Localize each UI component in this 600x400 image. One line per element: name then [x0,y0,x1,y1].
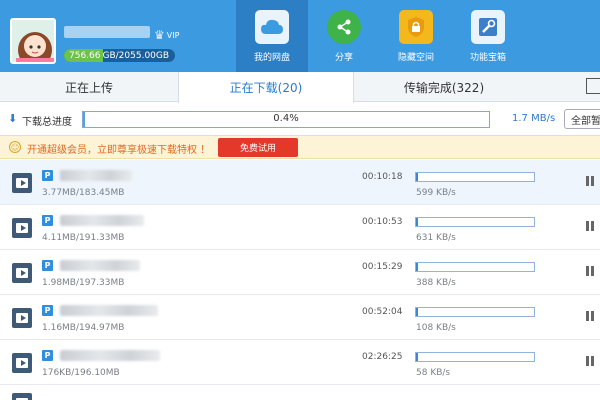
download-speed: 58 KB/s [416,368,451,378]
transfer-tabs: 正在上传 正在下载(20) 传输完成(322) [0,72,600,103]
username-blurred [64,26,150,38]
file-progress-bar [415,352,535,362]
quota-total: GB/2055.00GB [102,50,170,61]
promo-text: 开通超级会员，立即尊享极速下载特权 ！ [27,145,211,156]
video-file-icon [12,308,32,328]
toolbox-icon [471,10,505,44]
overall-speed: 1.7 MB/s [512,113,556,124]
file-size: 1.16MB/194.97MB [42,323,125,333]
download-row[interactable]: P 1.16MB/194.97MB 00:52:04 108 KB/s [0,295,600,340]
download-speed: 599 KB/s [416,188,456,198]
video-file-icon [12,393,32,400]
file-name-blurred [60,215,144,226]
file-progress-bar [415,307,535,317]
tab-downloading[interactable]: 正在下载(20) [178,72,354,103]
time-remaining: 00:10:53 [362,217,403,227]
overall-progress-bar: 0.4% [82,111,490,128]
nav-share[interactable]: 分享 [308,0,380,72]
download-list: P 3.77MB/183.45MB 00:10:18 599 KB/s P 4.… [0,160,600,400]
quota-used: 756.66 [64,49,103,62]
crown-icon: ♛ [154,28,165,42]
tab-uploading[interactable]: 正在上传 [0,72,178,102]
pause-icon[interactable] [586,266,595,276]
tab-completed[interactable]: 传输完成(322) [354,72,534,102]
share-icon [327,10,361,44]
smile-icon: ☺ [9,141,21,153]
file-name-blurred [60,260,140,271]
download-row[interactable]: P 176KB/196.10MB 02:26:25 58 KB/s [0,340,600,385]
video-file-icon [12,353,32,373]
file-size: 4.11MB/191.33MB [42,233,125,243]
cloud-icon [255,10,289,44]
storage-quota: 756.66 GB/2055.00GB [64,49,176,62]
time-remaining: 02:26:25 [362,352,403,362]
file-progress-fill [416,353,418,361]
file-size: 3.77MB/183.45MB [42,188,125,198]
file-progress-fill [416,173,418,181]
pause-icon[interactable] [586,176,595,186]
video-file-icon [12,173,32,193]
overall-progress-label: 下载总进度 [22,117,72,128]
promo-banner: ☺ 开通超级会员，立即尊享极速下载特权 ！ 免费试用 [0,135,600,159]
pause-icon[interactable] [586,311,595,321]
download-row-partial[interactable] [0,385,600,400]
download-arrow-icon: ⬇ [8,112,18,125]
top-nav: 我的网盘 分享 隐藏空间 功能宝箱 [236,0,524,72]
download-row[interactable]: P 3.77MB/183.45MB 00:10:18 599 KB/s [0,160,600,205]
tab-overflow-icon[interactable] [586,78,600,94]
user-avatar[interactable] [10,18,56,64]
p-badge-icon: P [42,260,53,271]
file-size: 1.98MB/197.33MB [42,278,125,288]
overall-progress-percent: 0.4% [273,113,299,124]
time-remaining: 00:10:18 [362,172,403,182]
pause-all-button[interactable]: 全部暂 [564,109,600,129]
overall-progress-row: ⬇ 下载总进度 0.4% 1.7 MB/s 全部暂 [0,108,600,132]
video-file-icon [12,218,32,238]
vip-badge: ♛ VIP [154,28,180,42]
download-speed: 631 KB/s [416,233,456,243]
file-progress-fill [416,218,418,226]
download-row[interactable]: P 4.11MB/191.33MB 00:10:53 631 KB/s [0,205,600,250]
p-badge-icon: P [42,215,53,226]
app-header: ♛ VIP 756.66 GB/2055.00GB 我的网盘 分享 隐藏空间 功… [0,0,600,72]
file-progress-bar [415,262,535,272]
p-badge-icon: P [42,170,53,181]
file-progress-fill [416,308,418,316]
file-progress-fill [416,263,418,271]
file-name-blurred [60,170,132,181]
pause-icon[interactable] [586,221,595,231]
lock-icon [399,10,433,44]
file-name-blurred [60,305,158,316]
download-speed: 108 KB/s [416,323,456,333]
file-progress-bar [415,172,535,182]
file-progress-bar [415,217,535,227]
download-row[interactable]: P 1.98MB/197.33MB 00:15:29 388 KB/s [0,250,600,295]
nav-hidden-space[interactable]: 隐藏空间 [380,0,452,72]
file-name-blurred [60,350,160,361]
video-file-icon [12,263,32,283]
time-remaining: 00:15:29 [362,262,403,272]
nav-toolbox[interactable]: 功能宝箱 [452,0,524,72]
p-badge-icon: P [42,350,53,361]
time-remaining: 00:52:04 [362,307,403,317]
download-speed: 388 KB/s [416,278,456,288]
free-trial-button[interactable]: 免费试用 [218,138,298,157]
nav-my-disk[interactable]: 我的网盘 [236,0,308,72]
pause-icon[interactable] [586,356,595,366]
p-badge-icon: P [42,305,53,316]
file-size: 176KB/196.10MB [42,368,120,378]
